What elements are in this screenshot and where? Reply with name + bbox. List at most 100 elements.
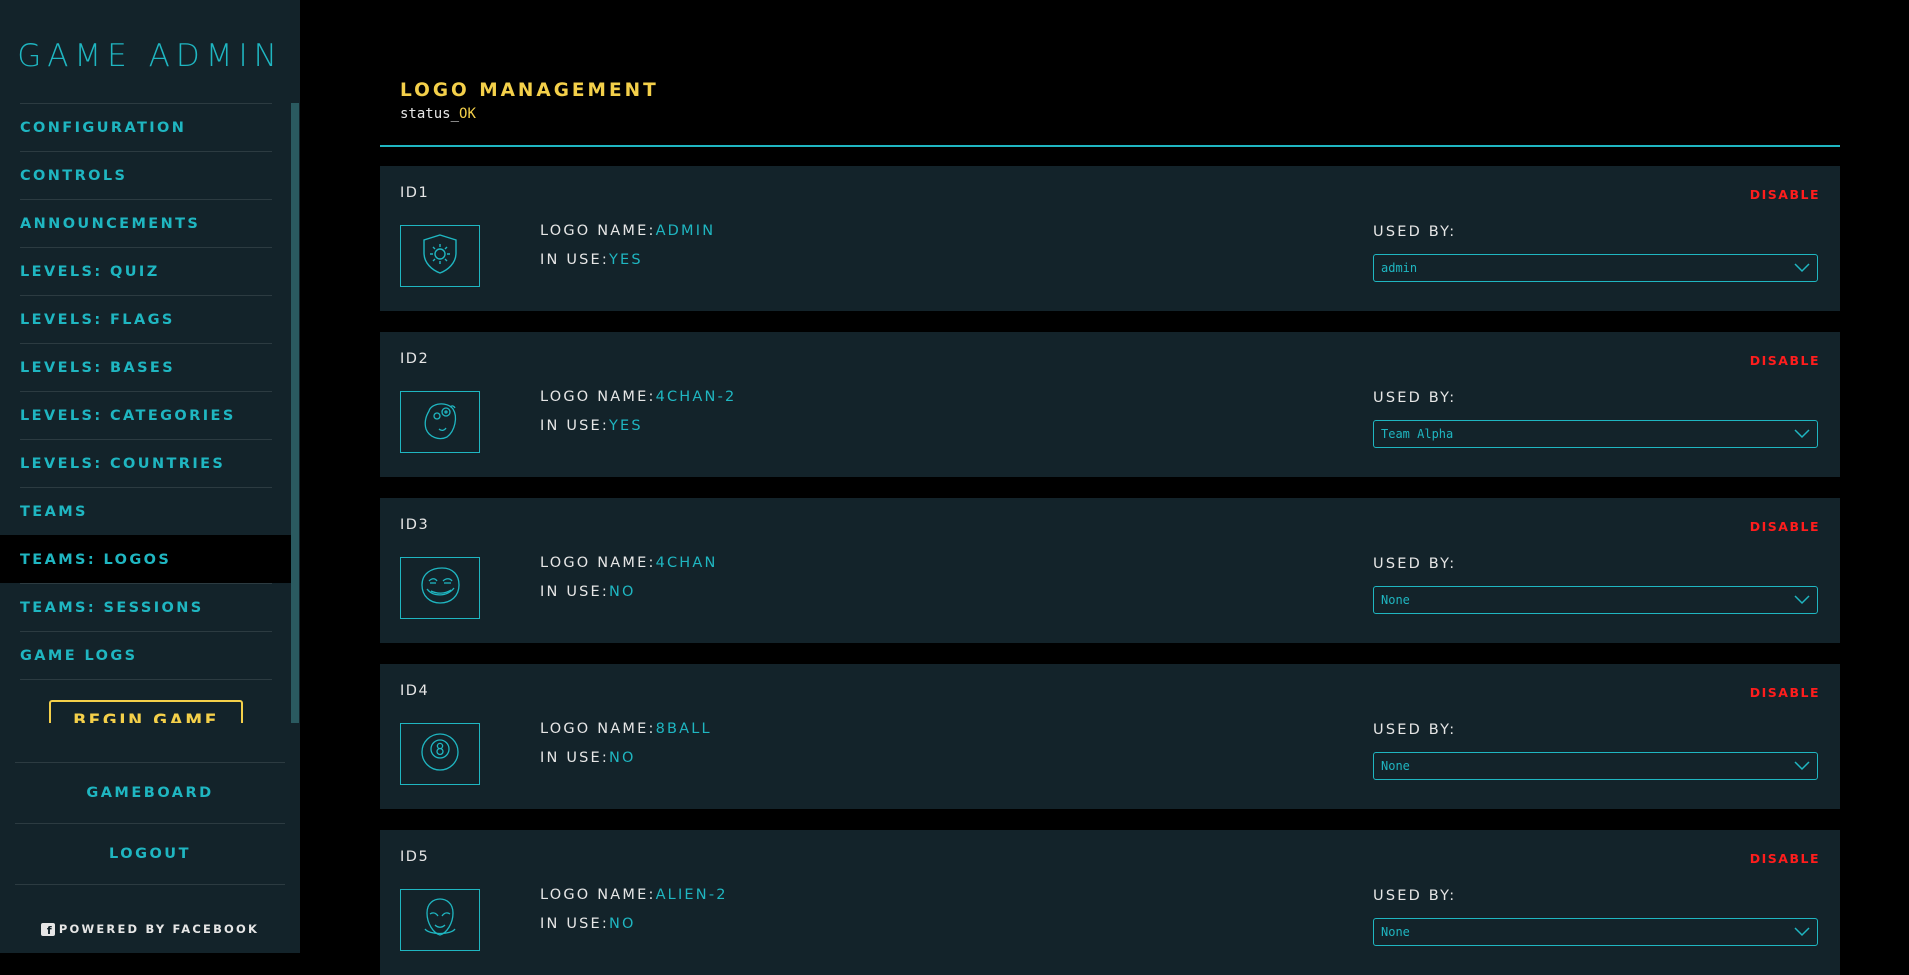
used-by-label: USED BY:: [1373, 224, 1457, 240]
used-by-value: None: [1381, 925, 1410, 939]
logo-id: ID1: [400, 185, 430, 201]
powered-by-label: POWERED BY FACEBOOK: [58, 922, 260, 936]
logo-name-label: LOGO NAME:: [540, 887, 656, 903]
sidebar-item-configuration[interactable]: CONFIGURATION: [20, 103, 272, 151]
disable-button[interactable]: DISABLE: [1750, 353, 1820, 368]
used-by-label: USED BY:: [1373, 556, 1457, 572]
in-use-label: IN USE:: [540, 418, 609, 434]
used-by-label: USED BY:: [1373, 722, 1457, 738]
powered-by-facebook[interactable]: f POWERED BY FACEBOOK: [0, 922, 300, 936]
sidebar-nav[interactable]: CONFIGURATION CONTROLS ANNOUNCEMENTS LEV…: [0, 103, 292, 723]
in-use-line: IN USE:NO: [540, 750, 636, 766]
used-by-select[interactable]: admin: [1373, 254, 1818, 282]
rage-face-icon: [417, 397, 463, 447]
chevron-down-icon: [1794, 761, 1810, 771]
logo-preview: [400, 557, 480, 619]
used-by-select[interactable]: None: [1373, 586, 1818, 614]
sidebar-item-game-logs[interactable]: GAME LOGS: [20, 631, 272, 680]
in-use-value: NO: [609, 584, 636, 600]
used-by-value: None: [1381, 759, 1410, 773]
used-by-label: USED BY:: [1373, 888, 1457, 904]
sidebar-item-levels-quiz[interactable]: LEVELS: QUIZ: [20, 247, 272, 295]
used-by-label: USED BY:: [1373, 390, 1457, 406]
used-by-value: Team Alpha: [1381, 427, 1454, 441]
logo-name-label: LOGO NAME:: [540, 223, 656, 239]
logo-card: ID3 DISABLE LOGO NAME:4CHAN IN USE:NO US…: [380, 498, 1840, 643]
in-use-label: IN USE:: [540, 252, 609, 268]
disable-button[interactable]: DISABLE: [1750, 187, 1820, 202]
main-content: LOGO MANAGEMENT status_OK ID1 DISABLE LO…: [380, 0, 1840, 975]
chevron-down-icon: [1794, 263, 1810, 273]
logo-card: ID5 DISABLE LOGO NAME:ALIEN-2 IN USE:NO …: [380, 830, 1840, 975]
chevron-down-icon: [1794, 927, 1810, 937]
in-use-line: IN USE:YES: [540, 418, 643, 434]
sidebar-item-announcements[interactable]: ANNOUNCEMENTS: [20, 199, 272, 247]
sidebar-item-controls[interactable]: CONTROLS: [20, 151, 272, 199]
page-title: LOGO MANAGEMENT: [400, 80, 659, 101]
chevron-down-icon: [1794, 595, 1810, 605]
troll-face-icon: [417, 563, 463, 613]
logo-name-line: LOGO NAME:ALIEN-2: [540, 887, 728, 903]
in-use-value: YES: [609, 418, 643, 434]
used-by-value: None: [1381, 593, 1410, 607]
logo-name-value: 4CHAN-2: [655, 389, 737, 405]
alien-face-icon: [417, 895, 463, 945]
page-header: LOGO MANAGEMENT status_OK: [380, 80, 1840, 147]
logo-preview: [400, 225, 480, 287]
status-value: OK: [459, 106, 476, 122]
begin-game-button[interactable]: BEGIN GAME: [49, 700, 243, 723]
facebook-icon: f: [40, 922, 55, 936]
in-use-line: IN USE:NO: [540, 916, 636, 932]
logo-name-line: LOGO NAME:4CHAN-2: [540, 389, 736, 405]
logo-name-line: LOGO NAME:4CHAN: [540, 555, 718, 571]
sidebar-item-teams-sessions[interactable]: TEAMS: SESSIONS: [20, 583, 272, 631]
in-use-label: IN USE:: [540, 750, 609, 766]
gameboard-link[interactable]: GAMEBOARD: [15, 762, 285, 823]
logo-id: ID4: [400, 683, 430, 699]
in-use-value: YES: [609, 252, 643, 268]
brand-title: GAME ADMIN: [17, 38, 283, 74]
used-by-select[interactable]: None: [1373, 918, 1818, 946]
sidebar-item-teams-logos[interactable]: TEAMS: LOGOS: [0, 535, 292, 583]
logo-name-line: LOGO NAME:8BALL: [540, 721, 712, 737]
disable-button[interactable]: DISABLE: [1750, 851, 1820, 866]
shield-gear-icon: [417, 231, 463, 281]
logo-id: ID2: [400, 351, 430, 367]
sidebar-item-levels-categories[interactable]: LEVELS: CATEGORIES: [20, 391, 272, 439]
sidebar-item-levels-bases[interactable]: LEVELS: BASES: [20, 343, 272, 391]
sidebar-item-levels-flags[interactable]: LEVELS: FLAGS: [20, 295, 272, 343]
sidebar-item-levels-countries[interactable]: LEVELS: COUNTRIES: [20, 439, 272, 487]
logo-name-label: LOGO NAME:: [540, 389, 656, 405]
in-use-line: IN USE:YES: [540, 252, 643, 268]
in-use-label: IN USE:: [540, 584, 609, 600]
disable-button[interactable]: DISABLE: [1750, 519, 1820, 534]
logo-name-value: 8BALL: [655, 721, 712, 737]
disable-button[interactable]: DISABLE: [1750, 685, 1820, 700]
used-by-select[interactable]: Team Alpha: [1373, 420, 1818, 448]
logout-link[interactable]: LOGOUT: [15, 823, 285, 885]
logo-name-label: LOGO NAME:: [540, 555, 656, 571]
logo-name-label: LOGO NAME:: [540, 721, 656, 737]
status-line: status_OK: [400, 106, 476, 122]
logo-name-value: ADMIN: [655, 223, 716, 239]
logo-card: ID4 DISABLE LOGO NAME:8BALL IN USE:NO US…: [380, 664, 1840, 809]
in-use-value: NO: [609, 916, 636, 932]
used-by-select[interactable]: None: [1373, 752, 1818, 780]
used-by-value: admin: [1381, 261, 1418, 275]
logo-preview: [400, 723, 480, 785]
logo-card: ID2 DISABLE LOGO NAME:4CHAN-2 IN USE:YES…: [380, 332, 1840, 477]
status-prefix: status_: [400, 106, 460, 122]
logo-name-value: ALIEN-2: [655, 887, 728, 903]
sidebar-item-teams[interactable]: TEAMS: [20, 487, 272, 535]
in-use-line: IN USE:NO: [540, 584, 636, 600]
in-use-value: NO: [609, 750, 636, 766]
logo-name-line: LOGO NAME:ADMIN: [540, 223, 715, 239]
logo-preview: [400, 391, 480, 453]
sidebar-scrollbar[interactable]: [291, 103, 299, 723]
sidebar-bottom-links: GAMEBOARD LOGOUT: [15, 762, 285, 885]
chevron-down-icon: [1794, 429, 1810, 439]
eight-ball-icon: [417, 729, 463, 779]
logo-name-value: 4CHAN: [655, 555, 718, 571]
logo-id: ID3: [400, 517, 430, 533]
logo-card: ID1 DISABLE LOGO NAME:ADMIN IN USE:YES U…: [380, 166, 1840, 311]
